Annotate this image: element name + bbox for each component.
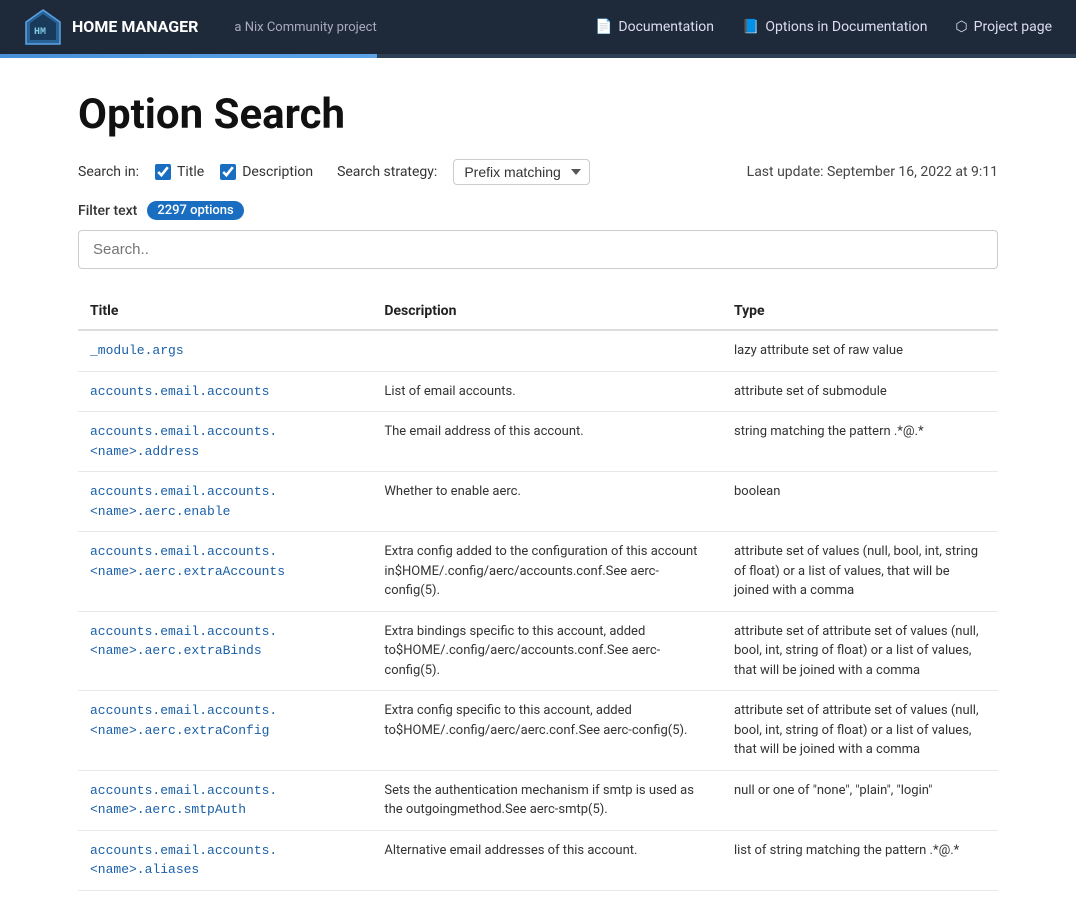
cell-description: The email address of this account. xyxy=(372,412,722,472)
brand-title: HOME MANAGER xyxy=(72,18,198,36)
cell-description: Sets the authentication mechanism if smt… xyxy=(372,770,722,830)
cell-type: lazy attribute set of raw value xyxy=(722,330,998,371)
cell-title[interactable]: accounts.email.accounts. <name>.aerc.ena… xyxy=(78,472,372,532)
options-in-documentation-link[interactable]: 📘 Options in Documentation xyxy=(742,19,927,35)
navbar: HM HOME MANAGER a Nix Community project … xyxy=(0,0,1076,54)
cell-description xyxy=(372,330,722,371)
cell-title[interactable]: accounts.email.accounts xyxy=(78,371,372,412)
description-checkbox-group: Description xyxy=(220,164,313,180)
search-input[interactable] xyxy=(78,230,998,269)
cell-title[interactable]: accounts.email.accounts. <name>.aerc.ext… xyxy=(78,532,372,612)
cell-title[interactable]: accounts.email.accounts. <name>.aerc.smt… xyxy=(78,770,372,830)
cell-type: null or one of "none", "plain", "login" xyxy=(722,770,998,830)
cell-type: attribute set of attribute set of values… xyxy=(722,691,998,771)
navbar-links: 📄 Documentation 📘 Options in Documentati… xyxy=(595,19,1052,35)
title-checkbox-group: Title xyxy=(155,164,204,180)
options-table: Title Description Type _module.args lazy … xyxy=(78,293,998,891)
strategy-select[interactable]: Prefix matchingFuzzy searchExact match xyxy=(453,159,590,185)
cell-description: List of email accounts. xyxy=(372,371,722,412)
last-update: Last update: September 16, 2022 at 9:11 xyxy=(747,164,998,180)
brand-logo-link[interactable]: HM HOME MANAGER xyxy=(24,8,198,46)
cell-type: boolean xyxy=(722,472,998,532)
table-row: accounts.email.accounts. <name>.aerc.ext… xyxy=(78,691,998,771)
table-row: accounts.email.accounts.<name>.addressTh… xyxy=(78,412,998,472)
cell-title[interactable]: accounts.email.accounts.<name>.address xyxy=(78,412,372,472)
description-checkbox-label[interactable]: Description xyxy=(242,164,313,180)
cell-type: attribute set of attribute set of values… xyxy=(722,611,998,691)
table-header: Title Description Type xyxy=(78,293,998,330)
title-checkbox[interactable] xyxy=(155,164,171,180)
cell-title[interactable]: accounts.email.accounts. <name>.aerc.ext… xyxy=(78,691,372,771)
search-controls: Search in: Title Description Search stra… xyxy=(78,159,998,185)
col-header-description: Description xyxy=(372,293,722,330)
table-row: accounts.email.accountsList of email acc… xyxy=(78,371,998,412)
cell-type: string matching the pattern .*@.* xyxy=(722,412,998,472)
cell-description: Extra config added to the configuration … xyxy=(372,532,722,612)
project-page-link[interactable]: ⬡ Project page xyxy=(955,19,1052,35)
cell-description: Extra config specific to this account, a… xyxy=(372,691,722,771)
cell-type: list of string matching the pattern .*@.… xyxy=(722,830,998,890)
table-row: _module.args lazy attribute set of raw va… xyxy=(78,330,998,371)
book-icon: 📘 xyxy=(742,19,759,35)
table-row: accounts.email.accounts. <name>.aerc.smt… xyxy=(78,770,998,830)
search-in-label: Search in: xyxy=(78,164,139,180)
col-header-type: Type xyxy=(722,293,998,330)
documentation-link-label: Documentation xyxy=(618,19,714,35)
col-header-title: Title xyxy=(78,293,372,330)
cell-type: attribute set of values (null, bool, int… xyxy=(722,532,998,612)
github-icon: ⬡ xyxy=(955,19,967,35)
home-manager-logo: HM xyxy=(24,8,62,46)
table-body: _module.args lazy attribute set of raw va… xyxy=(78,330,998,890)
svg-text:HM: HM xyxy=(34,27,46,38)
table-row: accounts.email.accounts.<name>.aliasesAl… xyxy=(78,830,998,890)
brand-text: HOME MANAGER xyxy=(72,18,198,36)
filter-row: Filter text 2297 options xyxy=(78,201,998,220)
strategy-label: Search strategy: xyxy=(337,164,437,180)
navbar-tagline: a Nix Community project xyxy=(234,20,376,35)
cell-title[interactable]: accounts.email.accounts. <name>.aerc.ext… xyxy=(78,611,372,691)
main-content: Option Search Search in: Title Descripti… xyxy=(38,58,1038,923)
cell-type: attribute set of submodule xyxy=(722,371,998,412)
table-row: accounts.email.accounts. <name>.aerc.ext… xyxy=(78,532,998,612)
table-row: accounts.email.accounts. <name>.aerc.ext… xyxy=(78,611,998,691)
documentation-link[interactable]: 📄 Documentation xyxy=(595,19,714,35)
progress-bar-fill xyxy=(0,54,377,58)
cell-description: Extra bindings specific to this account,… xyxy=(372,611,722,691)
cell-title[interactable]: _module.args xyxy=(78,330,372,371)
title-checkbox-label[interactable]: Title xyxy=(177,164,204,180)
options-in-documentation-link-label: Options in Documentation xyxy=(765,19,927,35)
cell-title[interactable]: accounts.email.accounts.<name>.aliases xyxy=(78,830,372,890)
doc-icon: 📄 xyxy=(595,19,612,35)
page-title: Option Search xyxy=(78,90,998,139)
project-page-link-label: Project page xyxy=(974,19,1052,35)
options-count-badge: 2297 options xyxy=(147,201,243,220)
cell-description: Whether to enable aerc. xyxy=(372,472,722,532)
filter-label: Filter text xyxy=(78,203,137,219)
cell-description: Alternative email addresses of this acco… xyxy=(372,830,722,890)
table-row: accounts.email.accounts. <name>.aerc.ena… xyxy=(78,472,998,532)
description-checkbox[interactable] xyxy=(220,164,236,180)
